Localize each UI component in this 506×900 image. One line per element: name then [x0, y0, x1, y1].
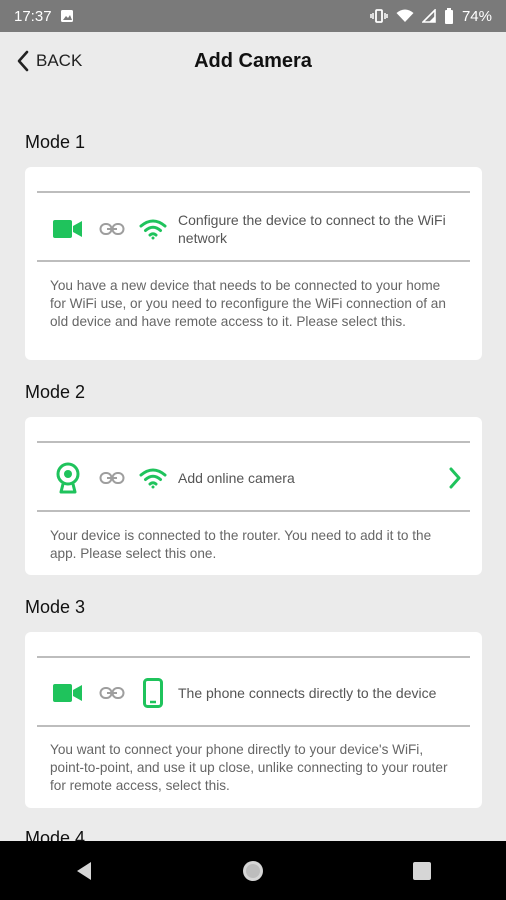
divider: [37, 260, 470, 262]
back-button[interactable]: BACK: [16, 50, 82, 72]
circle-home-icon: [242, 860, 263, 881]
chevron-right-icon[interactable]: [448, 467, 462, 489]
mode-1-card[interactable]: Configure the device to connect to the W…: [25, 167, 482, 360]
mode-1-label: Mode 1: [25, 132, 86, 152]
webcam-icon: [56, 462, 80, 494]
nav-home-button[interactable]: [223, 841, 283, 900]
page-title: Add Camera: [194, 49, 312, 72]
link-icon: [99, 472, 125, 484]
mode-3-label: Mode 3: [25, 597, 86, 617]
link-icon: [99, 687, 125, 699]
signal-icon: [421, 9, 436, 23]
divider: [37, 441, 470, 443]
mode-2-label: Mode 2: [25, 382, 86, 402]
nav-recents-button[interactable]: [392, 841, 452, 900]
mode-1-title: Configure the device to connect to the W…: [178, 212, 446, 246]
mode-1-description: You have a new device that needs to be c…: [50, 278, 446, 329]
image-notification-icon: [60, 10, 73, 22]
divider: [37, 510, 470, 512]
status-bar: 17:37 74%: [0, 0, 506, 32]
divider: [37, 191, 470, 193]
mode-2-description: Your device is connected to the router. …: [50, 528, 432, 561]
mode-3-title: The phone connects directly to the devic…: [178, 685, 437, 701]
wifi-icon: [139, 219, 167, 240]
divider: [37, 656, 470, 658]
nav-back-button[interactable]: [54, 841, 114, 900]
battery-icon: [444, 8, 453, 24]
status-time: 17:37: [14, 7, 52, 25]
system-nav-bar: [0, 841, 506, 900]
mode-2-title: Add online camera: [178, 470, 295, 486]
mode-3-card[interactable]: The phone connects directly to the devic…: [25, 632, 482, 808]
video-camera-icon: [53, 220, 82, 238]
square-recents-icon: [412, 861, 431, 880]
triangle-back-icon: [77, 861, 92, 880]
mode-2-card[interactable]: Add online camera Your device is connect…: [25, 417, 482, 575]
wifi-icon: [139, 468, 167, 489]
app-header: BACK Add Camera: [0, 32, 506, 90]
back-label: BACK: [36, 51, 83, 70]
mode-3-description: You want to connect your phone directly …: [50, 742, 448, 793]
wifi-status-icon: [396, 9, 414, 22]
vibrate-icon: [370, 9, 388, 23]
smartphone-icon: [143, 678, 163, 708]
link-icon: [99, 223, 125, 235]
battery-percent: 74%: [461, 7, 492, 25]
divider: [37, 725, 470, 727]
chevron-left-icon: [17, 50, 29, 72]
video-camera-icon: [53, 684, 82, 702]
